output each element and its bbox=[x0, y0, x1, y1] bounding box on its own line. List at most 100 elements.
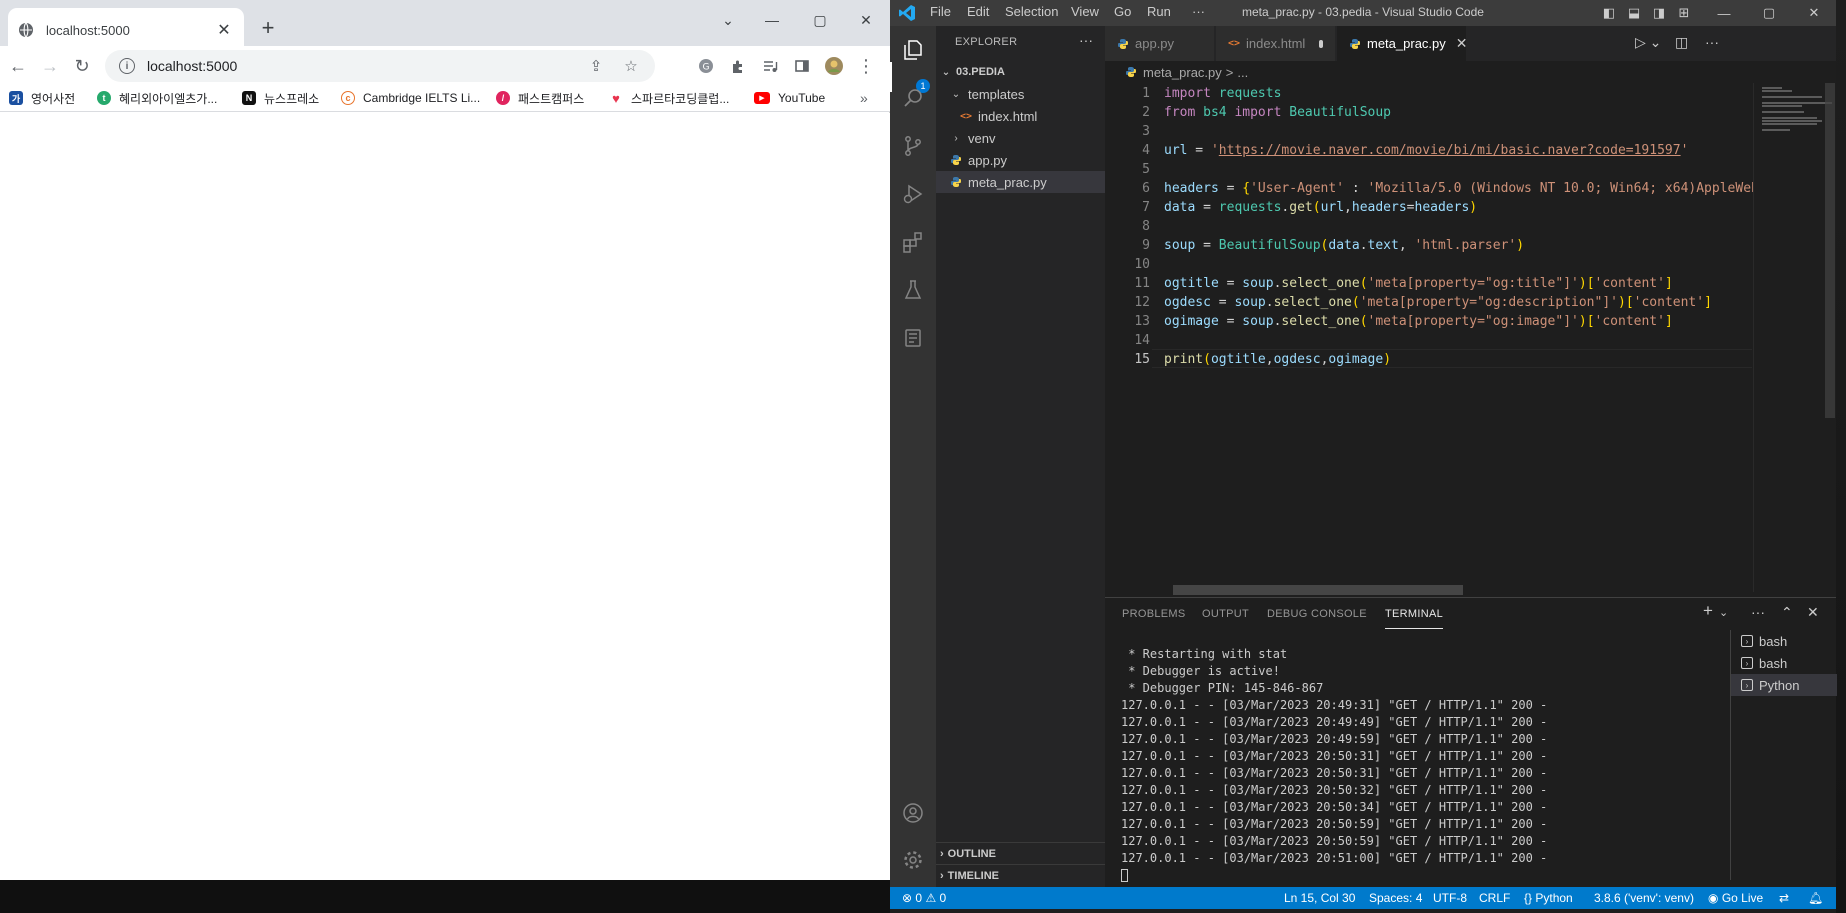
terminal-output[interactable]: * Restarting with stat * Debugger is act… bbox=[1121, 646, 1721, 884]
extensions-icon[interactable] bbox=[899, 228, 927, 256]
reload-icon[interactable]: ↻ bbox=[68, 52, 96, 80]
tree-item-app-py[interactable]: app.py bbox=[936, 149, 1105, 171]
cursor-position[interactable]: Ln 15, Col 30 bbox=[1284, 891, 1355, 905]
search-icon[interactable] bbox=[899, 84, 927, 112]
menu-file[interactable]: File bbox=[930, 4, 951, 19]
go-live-button[interactable]: ◉ Go Live bbox=[1708, 891, 1763, 905]
tab-terminal[interactable]: TERMINAL bbox=[1385, 608, 1444, 629]
horizontal-scrollbar[interactable] bbox=[1173, 585, 1463, 595]
tree-item-meta-prac-py[interactable]: meta_prac.py bbox=[936, 171, 1105, 193]
code-line[interactable]: 15 print(ogtitle,ogdesc,ogimage) bbox=[1105, 350, 1753, 369]
new-terminal-icon[interactable]: + bbox=[1703, 601, 1713, 621]
bookmark-item[interactable]: 가 영어사전 bbox=[9, 88, 75, 108]
code-line[interactable]: 3 bbox=[1105, 122, 1753, 141]
breadcrumb-file[interactable]: meta_prac.py bbox=[1143, 65, 1222, 80]
code-line[interactable]: 12 ogdesc = soup.select_one('meta[propert… bbox=[1105, 293, 1753, 312]
code-line[interactable]: 7 data = requests.get(url,headers=headers… bbox=[1105, 198, 1753, 217]
toggle-panel-icon[interactable]: ⬓ bbox=[1625, 4, 1643, 22]
chrome-menu-icon[interactable]: ⋮ bbox=[852, 52, 880, 80]
chevron-down-icon[interactable]: ⌄ bbox=[1719, 606, 1728, 619]
maximize-button[interactable]: ▢ bbox=[804, 6, 836, 34]
tree-item-templates[interactable]: ⌄ templates bbox=[936, 83, 1105, 105]
tab-index-html[interactable]: <> index.html bbox=[1216, 26, 1336, 61]
code-line[interactable]: 6 headers = {'User-Agent' : 'Mozilla/5.0 … bbox=[1105, 179, 1753, 198]
indentation[interactable]: Spaces: 4 bbox=[1369, 891, 1422, 905]
run-python-icon[interactable]: ▷ ⌄ bbox=[1635, 34, 1661, 51]
bookmark-item[interactable]: t 혜리외아이엘츠가... bbox=[97, 88, 217, 108]
outline-section[interactable]: › OUTLINE bbox=[936, 842, 1105, 864]
code-editor[interactable]: 1 import requests 2 from bs4 import Beautif… bbox=[1105, 83, 1753, 592]
tab-output[interactable]: OUTPUT bbox=[1202, 608, 1249, 620]
tab-problems[interactable]: PROBLEMS bbox=[1122, 608, 1186, 620]
code-line[interactable]: 4 url = 'https://movie.naver.com/movie/bi… bbox=[1105, 141, 1753, 160]
tab-meta-prac-py[interactable]: meta_prac.py ✕ bbox=[1337, 26, 1468, 61]
close-window-button[interactable]: ✕ bbox=[850, 6, 882, 34]
code-line[interactable]: 1 import requests bbox=[1105, 84, 1753, 103]
code-line[interactable]: 13 ogimage = soup.select_one('meta[proper… bbox=[1105, 312, 1753, 331]
remote-explorer-icon[interactable] bbox=[899, 324, 927, 352]
workspace-root[interactable]: ⌄ 03.PEDIA bbox=[936, 61, 1105, 83]
explorer-files-icon[interactable] bbox=[899, 36, 927, 64]
vertical-scrollbar[interactable] bbox=[1825, 83, 1835, 418]
tab-search-icon[interactable]: ⌄ bbox=[712, 6, 744, 34]
profile-avatar[interactable] bbox=[820, 52, 848, 80]
code-line[interactable]: 11 ogtitle = soup.select_one('meta[proper… bbox=[1105, 274, 1753, 293]
source-control-icon[interactable] bbox=[899, 132, 927, 160]
line-ending[interactable]: CRLF bbox=[1479, 891, 1510, 905]
menu-run[interactable]: Run bbox=[1147, 4, 1171, 19]
minimap[interactable] bbox=[1753, 83, 1836, 592]
menu-edit[interactable]: Edit bbox=[967, 4, 989, 19]
minimize-button[interactable]: — bbox=[756, 6, 788, 34]
editor-more-icon[interactable]: ··· bbox=[1705, 34, 1719, 50]
share-icon[interactable]: ⇪ bbox=[585, 55, 607, 77]
panel-more-icon[interactable]: ··· bbox=[1751, 604, 1765, 620]
site-info-icon[interactable]: i bbox=[119, 58, 135, 74]
code-line[interactable]: 8 bbox=[1105, 217, 1753, 236]
run-debug-icon[interactable] bbox=[899, 180, 927, 208]
side-panel-icon[interactable] bbox=[788, 52, 816, 80]
terminal-prompt[interactable] bbox=[1121, 867, 1721, 884]
menu-selection[interactable]: Selection bbox=[1005, 4, 1058, 19]
notifications-bell-icon[interactable]: 🔔︎ bbox=[1808, 891, 1823, 905]
close-icon[interactable]: ✕ bbox=[1456, 35, 1468, 52]
tree-item-venv[interactable]: › venv bbox=[936, 127, 1105, 149]
account-icon[interactable] bbox=[899, 799, 927, 827]
bookmark-item[interactable]: c Cambridge IELTS Li... bbox=[341, 88, 480, 108]
extension-g-icon[interactable]: G bbox=[692, 52, 720, 80]
problems-status[interactable]: ⊗ 0 ⚠ 0 bbox=[902, 891, 946, 905]
terminal-item-bash[interactable]: › bash bbox=[1731, 630, 1837, 652]
code-line[interactable]: 10 bbox=[1105, 255, 1753, 274]
code-line[interactable]: 5 bbox=[1105, 160, 1753, 179]
timeline-section[interactable]: › TIMELINE bbox=[936, 864, 1105, 886]
code-line[interactable]: 2 from bs4 import BeautifulSoup bbox=[1105, 103, 1753, 122]
customize-layout-icon[interactable]: ⊞ bbox=[1675, 4, 1693, 22]
terminal-item-python[interactable]: › Python bbox=[1731, 674, 1837, 696]
split-editor-icon[interactable]: ◫ bbox=[1675, 34, 1688, 51]
puzzle-extensions-icon[interactable] bbox=[724, 52, 752, 80]
terminal-item-bash[interactable]: › bash bbox=[1731, 652, 1837, 674]
close-tab-icon[interactable]: ✕ bbox=[214, 20, 234, 40]
code-line[interactable]: 9 soup = BeautifulSoup(data.text, 'html.p… bbox=[1105, 236, 1753, 255]
menu-view[interactable]: View bbox=[1071, 4, 1099, 19]
menu-go[interactable]: Go bbox=[1114, 4, 1131, 19]
bookmark-item[interactable]: ♥ 스파르타코딩클럽... bbox=[609, 88, 729, 108]
encoding[interactable]: UTF-8 bbox=[1433, 891, 1467, 905]
breadcrumb-symbol[interactable]: ... bbox=[1237, 65, 1248, 80]
tree-item-index-html[interactable]: <> index.html bbox=[936, 105, 1105, 127]
tab-debug-console[interactable]: DEBUG CONSOLE bbox=[1267, 608, 1367, 620]
bookmark-item[interactable]: ▶ YouTube bbox=[754, 88, 825, 108]
address-bar[interactable]: i localhost:5000 ☆ ⇪ bbox=[105, 50, 655, 82]
maximize-panel-icon[interactable]: ⌃ bbox=[1781, 604, 1793, 621]
python-interpreter[interactable]: 3.8.6 ('venv': venv) bbox=[1594, 891, 1694, 905]
toggle-sidebar-icon[interactable]: ◧ bbox=[1600, 4, 1618, 22]
tab-app-py[interactable]: app.py bbox=[1105, 26, 1215, 61]
gear-icon[interactable] bbox=[899, 846, 927, 874]
menu-more[interactable]: ··· bbox=[1192, 4, 1205, 19]
language-mode[interactable]: {} Python bbox=[1524, 891, 1573, 905]
unsaved-dot-icon[interactable] bbox=[1319, 39, 1323, 48]
bookmarks-overflow-icon[interactable]: » bbox=[860, 88, 868, 108]
more-actions-icon[interactable]: ··· bbox=[1079, 32, 1093, 48]
bookmark-item[interactable]: N 뉴스프레소 bbox=[242, 88, 319, 108]
code-line[interactable]: 14 bbox=[1105, 331, 1753, 350]
new-tab-button[interactable]: + bbox=[254, 14, 282, 42]
